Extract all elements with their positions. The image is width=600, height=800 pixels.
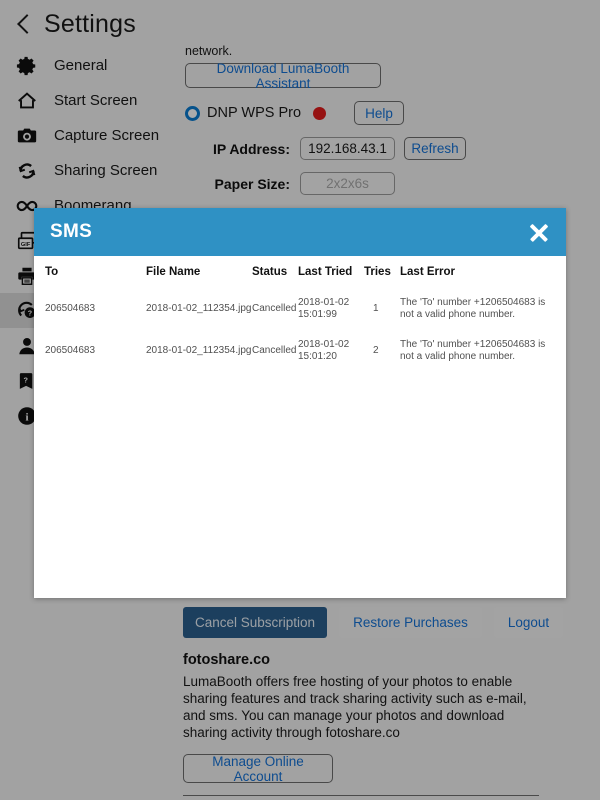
printer-help-button[interactable]: Help (354, 101, 405, 125)
page-title: Settings (44, 9, 136, 38)
paper-size-label: Paper Size: (214, 175, 290, 192)
cell-status: Cancelled (252, 345, 297, 356)
table-header-row: To File Name Status Last Tried Tries Las… (34, 256, 566, 288)
restore-purchases-button[interactable]: Restore Purchases (339, 607, 482, 638)
section-divider (183, 795, 539, 796)
printer-radio[interactable] (185, 105, 200, 121)
printer-status-indicator (313, 106, 327, 120)
cell-last-error: The 'To' number +1206504683 is not a val… (400, 297, 546, 320)
svg-text:i: i (25, 411, 28, 423)
assistant-note: network. (185, 44, 233, 58)
svg-text:GIF: GIF (21, 241, 31, 247)
svg-text:?: ? (23, 375, 28, 384)
printer-settings-panel: network. Download LumaBooth Assistant DN… (185, 44, 600, 195)
sms-activity-table: To File Name Status Last Tried Tries Las… (34, 256, 566, 372)
svg-text:?: ? (27, 309, 31, 317)
sidebar-item-general[interactable]: General (0, 48, 180, 83)
table-row[interactable]: 206504683 2018-01-02_112354.jpg Cancelle… (34, 288, 566, 330)
chevron-left-icon[interactable] (14, 14, 34, 34)
fotoshare-description: LumaBooth offers free hosting of your ph… (183, 674, 527, 740)
fotoshare-section-title: fotoshare.co (183, 652, 271, 668)
cell-tries: 2 (373, 345, 379, 356)
gear-icon (14, 53, 40, 79)
column-header-to: To (45, 266, 59, 278)
sms-modal-header: SMS (34, 208, 566, 256)
cell-to: 206504683 (45, 303, 96, 314)
cell-last-tried: 2018-01-02 15:01:99 (298, 297, 350, 320)
ip-address-input[interactable]: 192.168.43.1 (300, 137, 395, 160)
paper-size-row: Paper Size: 2x2x6s (185, 172, 600, 195)
camera-icon (14, 123, 40, 149)
account-section: Cancel Subscription Restore Purchases Lo… (183, 607, 583, 800)
cell-file-name: 2018-01-02_112354.jpg (146, 345, 252, 356)
printer-row: DNP WPS Pro Help (185, 101, 600, 125)
column-header-tries: Tries (364, 266, 391, 278)
column-header-last-tried: Last Tried (298, 266, 353, 278)
column-header-status: Status (252, 266, 288, 278)
sms-modal-title: SMS (50, 221, 93, 242)
cell-file-name: 2018-01-02_112354.jpg (146, 303, 252, 314)
app-root: Settings General Start Screen Capture Sc… (0, 0, 600, 800)
logout-button[interactable]: Logout (493, 607, 564, 638)
share-refresh-icon (14, 158, 40, 184)
cell-last-error: The 'To' number +1206504683 is not a val… (400, 339, 546, 362)
sidebar-item-label: Sharing Screen (54, 162, 158, 179)
ip-address-row: IP Address: 192.168.43.1 Refresh (185, 137, 600, 160)
close-icon[interactable] (526, 219, 552, 245)
column-header-file-name: File Name (146, 266, 201, 278)
sidebar-item-sharing-screen[interactable]: Sharing Screen (0, 153, 180, 188)
sidebar-item-label: General (54, 57, 108, 74)
nav-header: Settings (0, 0, 600, 48)
sidebar-item-capture-screen[interactable]: Capture Screen (0, 118, 180, 153)
printer-name-label: DNP WPS Pro (207, 105, 302, 121)
cell-tries: 1 (373, 303, 379, 314)
ip-address-label: IP Address: (212, 140, 290, 157)
home-icon (14, 88, 40, 114)
account-button-row: Cancel Subscription Restore Purchases Lo… (183, 607, 583, 638)
download-lumabooth-assistant-button[interactable]: Download LumaBooth Assistant (185, 61, 381, 91)
cell-last-tried: 2018-01-02 15:01:20 (298, 339, 350, 362)
manage-online-account-button[interactable]: Manage Online Account (183, 754, 333, 784)
sms-modal-body: To File Name Status Last Tried Tries Las… (34, 256, 566, 598)
sidebar-item-label: Capture Screen (54, 127, 160, 144)
column-header-last-error: Last Error (400, 266, 455, 278)
sms-modal: SMS To File Name Status Last Tried Tries… (34, 208, 566, 598)
sidebar-item-label: Start Screen (54, 92, 138, 109)
cell-to: 206504683 (45, 345, 96, 356)
sidebar-item-start-screen[interactable]: Start Screen (0, 83, 180, 118)
cancel-subscription-button[interactable]: Cancel Subscription (183, 607, 328, 638)
paper-size-input[interactable]: 2x2x6s (300, 172, 395, 195)
cell-status: Cancelled (252, 303, 297, 314)
refresh-button[interactable]: Refresh (404, 137, 466, 160)
table-row[interactable]: 206504683 2018-01-02_112354.jpg Cancelle… (34, 330, 566, 372)
